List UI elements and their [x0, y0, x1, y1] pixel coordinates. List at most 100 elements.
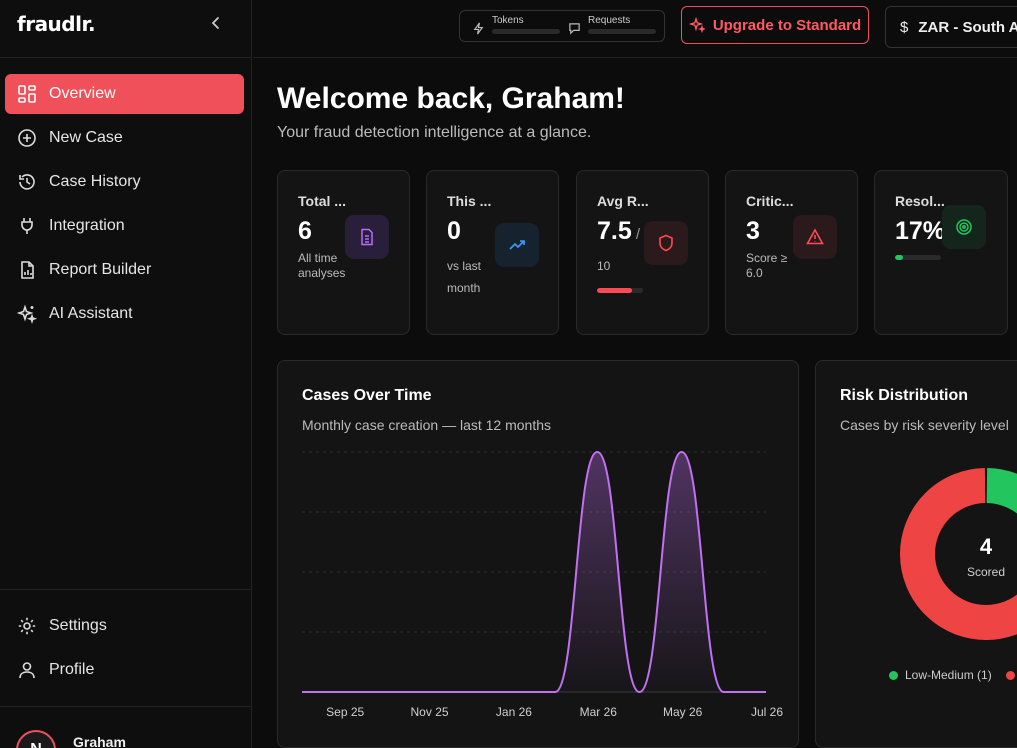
sidebar-item-ai-assistant[interactable]: AI Assistant [5, 294, 244, 334]
sidebar-item-report-builder[interactable]: Report Builder [5, 250, 244, 290]
plus-circle-icon [18, 129, 36, 147]
stat-value: 6 [298, 217, 312, 245]
sidebar-item-label: Case History [49, 173, 141, 190]
sidebar-item-label: Settings [49, 617, 107, 634]
stat-value-number: 7.5 [597, 217, 632, 245]
legend-dot [1005, 670, 1015, 680]
donut-center-label: Scored [967, 565, 1005, 579]
stat-value: 7.5 / [597, 217, 640, 246]
user-name: Graham [73, 734, 126, 748]
stat-icon-box [942, 205, 986, 249]
sidebar-divider [0, 589, 252, 590]
sidebar: fraudlr. Overview New Case Case History … [0, 0, 252, 748]
shield-icon [659, 234, 673, 252]
chevron-left-icon [211, 17, 219, 29]
stat-value: 0 [447, 217, 461, 245]
legend-dot [889, 670, 898, 680]
cases-over-time-panel: Cases Over Time Monthly case creation — … [277, 360, 799, 748]
sidebar-item-settings[interactable]: Settings [5, 606, 244, 646]
trending-up-icon [509, 240, 525, 250]
stat-title: Resol... [895, 193, 945, 209]
sidebar-item-label: Profile [49, 661, 95, 678]
stat-card-resolved[interactable]: Resol... 17% [874, 170, 1008, 335]
sidebar-item-overview[interactable]: Overview [5, 74, 244, 114]
currency-label: ZAR - South Af [918, 18, 1017, 36]
sparkles-icon [688, 17, 705, 33]
risk-distribution-chart: 4 Scored [900, 468, 1017, 640]
x-tick-label: Mar 26 [580, 705, 618, 719]
message-icon [569, 23, 580, 35]
layout-dashboard-icon [18, 85, 36, 103]
avg-risk-progress-bar [597, 288, 643, 293]
stat-icon-box [644, 221, 688, 265]
requests-label: Requests [588, 15, 631, 26]
gear-icon [18, 617, 36, 635]
dollar-icon: $ [900, 18, 909, 36]
x-tick-label: May 26 [663, 705, 703, 719]
history-icon [19, 174, 35, 190]
alert-triangle-icon [806, 228, 824, 245]
tokens-bar [492, 29, 560, 34]
stat-icon-box [345, 215, 389, 259]
sidebar-item-case-history[interactable]: Case History [5, 162, 244, 202]
legend-label: Low-Medium (1) [905, 668, 992, 682]
stat-value: 3 [746, 217, 760, 245]
collapse-sidebar-button[interactable] [207, 15, 225, 37]
x-tick-label: Jan 26 [496, 705, 532, 719]
page-subtitle: Your fraud detection intelligence at a g… [277, 124, 592, 141]
stat-icon-box [495, 223, 539, 267]
x-tick-label: Sep 25 [326, 705, 364, 719]
stat-title: Avg R... [597, 193, 649, 209]
sidebar-item-label: Overview [49, 85, 116, 102]
stat-title: Critic... [746, 193, 794, 209]
file-spreadsheet-icon [361, 228, 373, 246]
sidebar-item-label: AI Assistant [49, 305, 133, 322]
progress-fill [895, 255, 903, 260]
requests-usage: Requests [568, 15, 656, 35]
file-report-icon [21, 261, 34, 279]
sidebar-item-profile[interactable]: Profile [5, 650, 244, 690]
tokens-label: Tokens [492, 15, 524, 26]
sidebar-item-label: New Case [49, 129, 123, 146]
upgrade-label: Upgrade to Standard [712, 16, 862, 34]
x-tick-label: Nov 25 [411, 705, 449, 719]
sidebar-item-label: Integration [49, 217, 125, 234]
stat-title: Total ... [298, 193, 346, 209]
sidebar-item-integration[interactable]: Integration [5, 206, 244, 246]
requests-bar [588, 29, 656, 34]
cases-over-time-chart: Sep 25 Nov 25 Jan 26 Mar 26 May 26 Jul 26 [301, 450, 783, 719]
user-icon [19, 662, 35, 679]
stat-card-this-month[interactable]: This ... 0 vs last month [426, 170, 559, 335]
stat-icon-box [793, 215, 837, 259]
target-icon [956, 219, 972, 235]
avatar: N [16, 730, 56, 748]
usage-meter[interactable]: Tokens Requests [459, 10, 665, 42]
stat-title: This ... [447, 193, 492, 209]
progress-fill [597, 288, 632, 293]
upgrade-button[interactable]: Upgrade to Standard [681, 6, 869, 44]
pie-slice[interactable] [900, 468, 1017, 640]
app-logo[interactable]: fraudlr. [17, 12, 96, 36]
plug-icon [21, 218, 33, 234]
resolved-progress-bar [895, 255, 941, 260]
stat-value: 17% [895, 217, 946, 245]
page-title: Welcome back, Graham! [277, 82, 625, 115]
sidebar-divider [0, 57, 252, 58]
chart-legend: Low-Medium (1) [889, 668, 1017, 682]
sidebar-item-label: Report Builder [49, 261, 152, 278]
stat-card-critical[interactable]: Critic... 3 Score ≥ 6.0 [725, 170, 858, 335]
lightning-icon [473, 22, 484, 35]
stat-card-total[interactable]: Total ... 6 All time analyses [277, 170, 410, 335]
x-tick-label: Jul 26 [751, 705, 783, 719]
tokens-usage: Tokens [472, 15, 560, 35]
currency-selector[interactable]: $ ZAR - South Af [885, 6, 1017, 48]
sparkles-icon [17, 304, 37, 324]
donut-center-value: 4 [980, 534, 993, 559]
risk-distribution-panel: Risk Distribution Cases by risk severity… [815, 360, 1017, 748]
sidebar-item-new-case[interactable]: New Case [5, 118, 244, 158]
sidebar-divider [0, 706, 252, 707]
top-bar: Tokens Requests Upgrade to Standard $ ZA… [253, 0, 1017, 58]
user-menu[interactable]: N Graham [16, 720, 126, 748]
stat-value-suffix: / [631, 226, 641, 243]
stat-card-avg-risk[interactable]: Avg R... 7.5 / 10 [576, 170, 709, 335]
